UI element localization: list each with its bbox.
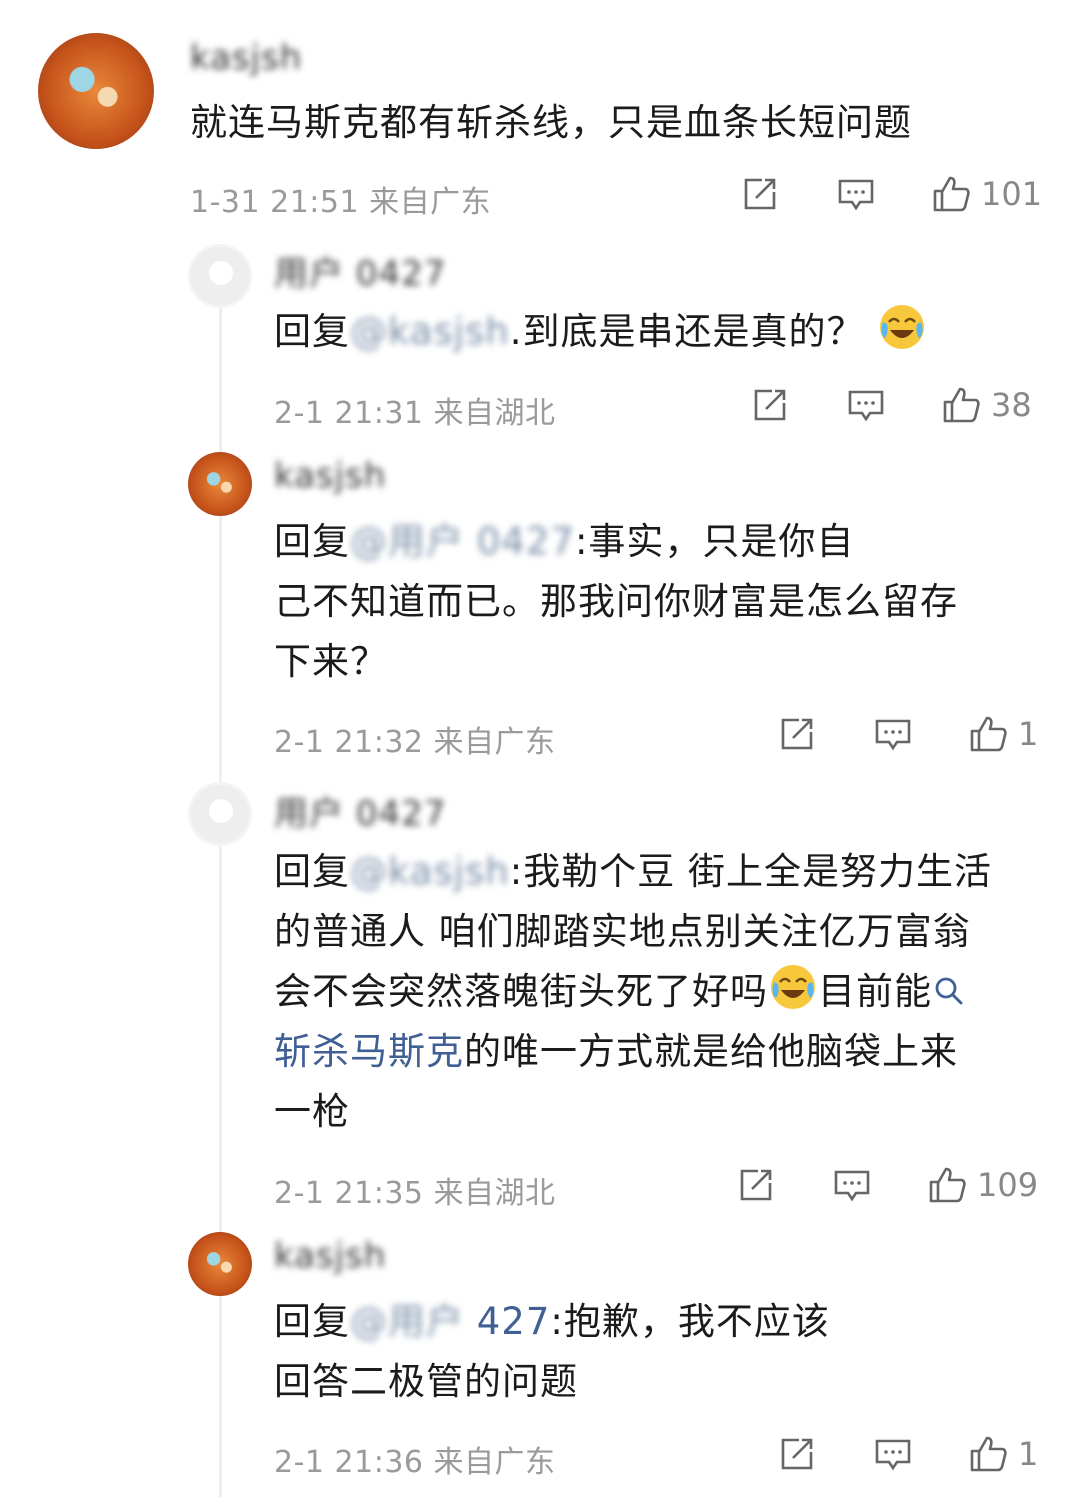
reply-body: :抱歉，我不应该 <box>550 1300 830 1343</box>
reply-body: 己不知道而已。那我问你财富是怎么留存 <box>274 580 958 623</box>
like-count: 1 <box>1018 1435 1039 1473</box>
like-count: 38 <box>991 386 1032 424</box>
like-icon[interactable] <box>927 1165 967 1205</box>
reply-meta: 2-1 21:35 来自湖北 <box>274 1168 556 1212</box>
reply-body: 会不会突然落魄街头死了好吗 <box>274 970 768 1013</box>
repost-icon[interactable] <box>777 1434 817 1474</box>
reply-location: 来自广东 <box>433 1445 556 1480</box>
reply-text: 回复@用户 427:抱歉，我不应该 回答二极管的问题 <box>274 1292 1054 1412</box>
comment-text: 就连马斯克都有斩杀线，只是血条长短问题 <box>190 101 912 144</box>
reply-time: 2-1 21:32 <box>274 725 424 760</box>
mention-link[interactable]: @kasjsh <box>350 310 510 353</box>
like-icon[interactable] <box>931 174 971 214</box>
reply-prefix: 回复 <box>274 850 350 893</box>
cry-laugh-emoji <box>877 302 927 352</box>
reply-location: 来自湖北 <box>433 1176 556 1211</box>
username[interactable]: kasjsh <box>190 38 302 78</box>
reply-actions: 109 <box>736 1165 1038 1205</box>
comment-icon[interactable] <box>832 1165 872 1205</box>
comment-icon[interactable] <box>873 1434 913 1474</box>
like-icon[interactable] <box>941 385 981 425</box>
reply-time: 2-1 21:35 <box>274 1176 424 1211</box>
comment-location: 来自广东 <box>369 185 492 220</box>
reply-location: 来自广东 <box>433 725 556 760</box>
reply-text: 回复@kasjsh:我勒个豆 街上全是努力生活 的普通人 咱们脚踏实地点别关注亿… <box>274 842 1064 1142</box>
repost-icon[interactable] <box>740 174 780 214</box>
reply-meta: 2-1 21:36 来自广东 <box>274 1437 556 1481</box>
reply-time: 2-1 21:36 <box>274 1445 424 1480</box>
reply-prefix: 回复 <box>274 1300 350 1343</box>
like-icon[interactable] <box>968 1434 1008 1474</box>
reply-actions: 1 <box>777 714 1038 754</box>
avatar[interactable] <box>188 1232 252 1296</box>
username[interactable]: kasjsh <box>274 456 386 496</box>
reply-prefix: 回复 <box>274 520 350 563</box>
mention-link[interactable]: @用户 0427 <box>350 520 575 563</box>
avatar[interactable] <box>38 33 154 149</box>
reply-body: 的普通人 咱们脚踏实地点别关注亿万富翁 <box>274 910 971 953</box>
mention-link[interactable]: @用户 <box>350 1300 477 1343</box>
reply-text: 回复@用户 0427:事实，只是你自 己不知道而已。那我问你财富是怎么留存 下来… <box>274 512 1054 692</box>
like-count: 101 <box>981 175 1043 213</box>
joy-emoji <box>768 962 818 1012</box>
reply-body: 回答二极管的问题 <box>274 1360 578 1403</box>
avatar[interactable] <box>188 782 252 846</box>
like-icon[interactable] <box>968 714 1008 754</box>
reply-body: 一枪 <box>274 1090 350 1133</box>
username[interactable]: kasjsh <box>274 1236 386 1276</box>
comment-icon[interactable] <box>873 714 913 754</box>
mention-link[interactable]: @kasjsh <box>350 850 510 893</box>
comment-meta: 1-31 21:51 来自广东 <box>190 177 491 221</box>
reply-prefix: 回复 <box>274 310 350 353</box>
reply-body: .到底是串还是真的？ <box>509 310 865 353</box>
like-count: 109 <box>977 1166 1039 1204</box>
reply-body: :事实，只是你自 <box>574 520 855 563</box>
reply-time: 2-1 21:31 <box>274 396 424 431</box>
reply-body: 的唯一方式就是给他脑袋上来 <box>464 1030 958 1073</box>
avatar[interactable] <box>188 452 252 516</box>
username[interactable]: 用户 0427 <box>274 246 446 295</box>
reply-body: 下来？ <box>274 640 388 683</box>
comment-icon[interactable] <box>836 174 876 214</box>
repost-icon[interactable] <box>777 714 817 754</box>
reply-body: 目前能 <box>818 970 932 1013</box>
reply-actions: 1 <box>777 1434 1038 1474</box>
avatar[interactable] <box>188 244 252 308</box>
reply-meta: 2-1 21:31 来自湖北 <box>274 388 556 432</box>
reply-body: :我勒个豆 街上全是努力生活 <box>509 850 992 893</box>
repost-icon[interactable] <box>750 385 790 425</box>
comment-icon[interactable] <box>846 385 886 425</box>
like-count: 1 <box>1018 715 1039 753</box>
reply-meta: 2-1 21:32 来自广东 <box>274 717 556 761</box>
topic-link[interactable]: 斩杀马斯克 <box>274 1030 464 1073</box>
search-icon[interactable] <box>932 966 966 1005</box>
username[interactable]: 用户 0427 <box>274 786 446 835</box>
mention-tail[interactable]: 427 <box>477 1300 551 1343</box>
comment-actions: 101 <box>740 174 1042 214</box>
repost-icon[interactable] <box>736 1165 776 1205</box>
comment-time: 1-31 21:51 <box>190 185 360 220</box>
reply-actions: 38 <box>750 385 1032 425</box>
reply-text: 回复@kasjsh.到底是串还是真的？ <box>274 302 927 362</box>
reply-location: 来自湖北 <box>433 396 556 431</box>
